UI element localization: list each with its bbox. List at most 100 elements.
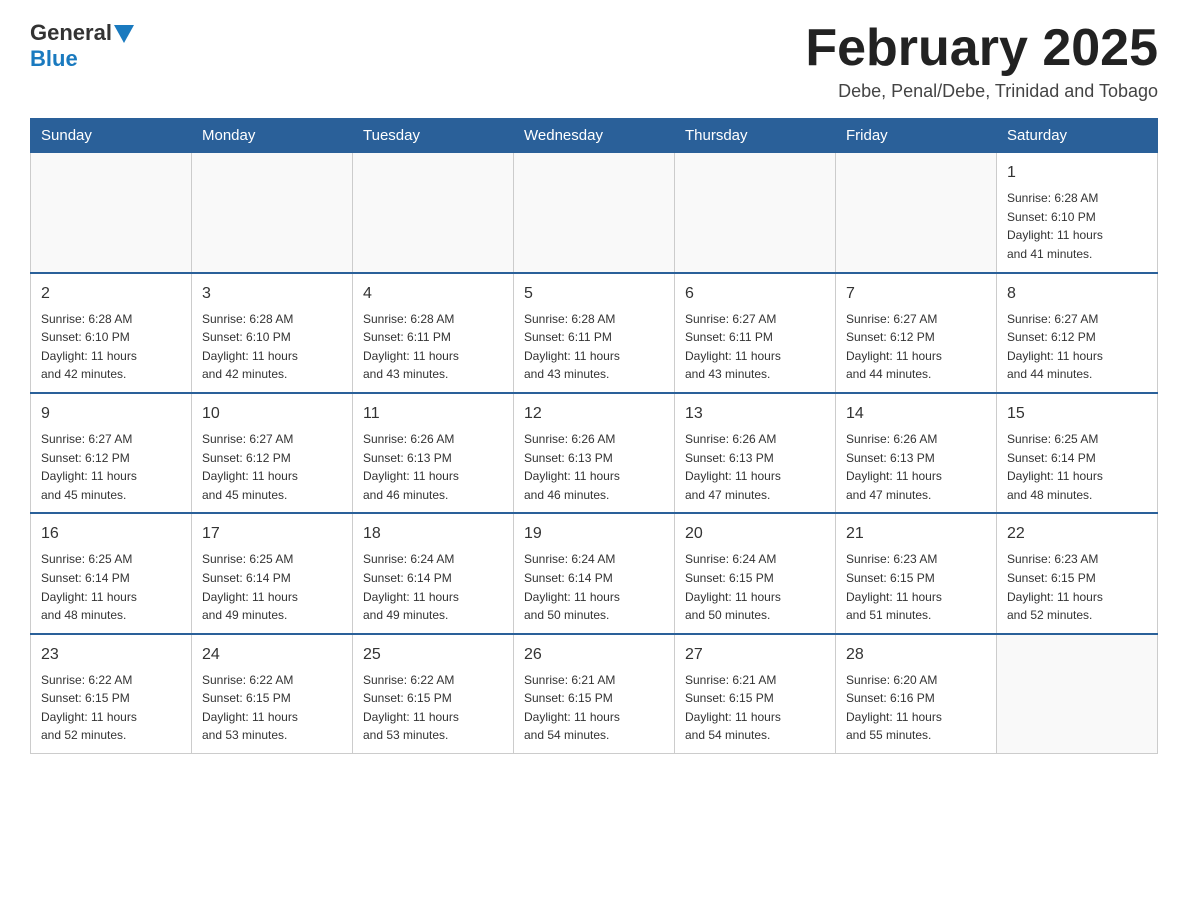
calendar-cell: 21 Sunrise: 6:23 AM Sunset: 6:15 PM Dayli… xyxy=(836,513,997,633)
day-number: 8 xyxy=(1007,282,1147,306)
calendar-cell: 24 Sunrise: 6:22 AM Sunset: 6:15 PM Dayli… xyxy=(192,634,353,754)
calendar-cell: 12 Sunrise: 6:26 AM Sunset: 6:13 PM Dayli… xyxy=(514,393,675,513)
day-info: Sunrise: 6:20 AM Sunset: 6:16 PM Dayligh… xyxy=(846,671,986,745)
day-info: Sunrise: 6:23 AM Sunset: 6:15 PM Dayligh… xyxy=(1007,550,1147,624)
calendar-cell xyxy=(353,153,514,273)
day-number: 13 xyxy=(685,402,825,426)
calendar-cell xyxy=(675,153,836,273)
calendar-cell: 5 Sunrise: 6:28 AM Sunset: 6:11 PM Daylig… xyxy=(514,273,675,393)
calendar-subtitle: Debe, Penal/Debe, Trinidad and Tobago xyxy=(805,81,1158,102)
day-number: 26 xyxy=(524,643,664,667)
calendar-cell: 18Sunrise: 6:24 AM Sunset: 6:14 PM Dayli… xyxy=(353,513,514,633)
day-info: Sunrise: 6:21 AM Sunset: 6:15 PM Dayligh… xyxy=(524,671,664,745)
page-header: General Blue February 2025 Debe, Penal/D… xyxy=(30,20,1158,102)
day-info: Sunrise: 6:26 AM Sunset: 6:13 PM Dayligh… xyxy=(846,430,986,504)
day-info: Sunrise: 6:27 AM Sunset: 6:12 PM Dayligh… xyxy=(846,310,986,384)
day-number: 3 xyxy=(202,282,342,306)
weekday-header-wednesday: Wednesday xyxy=(514,119,675,153)
calendar-cell: 11 Sunrise: 6:26 AM Sunset: 6:13 PM Dayli… xyxy=(353,393,514,513)
calendar-cell: 27 Sunrise: 6:21 AM Sunset: 6:15 PM Dayli… xyxy=(675,634,836,754)
calendar-cell: 14 Sunrise: 6:26 AM Sunset: 6:13 PM Dayli… xyxy=(836,393,997,513)
calendar-cell: 8 Sunrise: 6:27 AM Sunset: 6:12 PM Daylig… xyxy=(997,273,1158,393)
calendar-cell: 13 Sunrise: 6:26 AM Sunset: 6:13 PM Dayli… xyxy=(675,393,836,513)
calendar-cell: 16 Sunrise: 6:25 AM Sunset: 6:14 PM Dayli… xyxy=(31,513,192,633)
day-info: Sunrise: 6:28 AM Sunset: 6:10 PM Dayligh… xyxy=(202,310,342,384)
day-info: Sunrise: 6:24 AM Sunset: 6:15 PM Dayligh… xyxy=(685,550,825,624)
day-number: 24 xyxy=(202,643,342,667)
calendar-table: SundayMondayTuesdayWednesdayThursdayFrid… xyxy=(30,118,1158,754)
day-number: 14 xyxy=(846,402,986,426)
weekday-header-tuesday: Tuesday xyxy=(353,119,514,153)
day-number: 5 xyxy=(524,282,664,306)
calendar-cell: 19 Sunrise: 6:24 AM Sunset: 6:14 PM Dayli… xyxy=(514,513,675,633)
calendar-title: February 2025 xyxy=(805,20,1158,77)
logo-triangle-icon xyxy=(114,25,134,43)
day-info: Sunrise: 6:27 AM Sunset: 6:12 PM Dayligh… xyxy=(1007,310,1147,384)
day-info: Sunrise: 6:26 AM Sunset: 6:13 PM Dayligh… xyxy=(363,430,503,504)
day-number: 17 xyxy=(202,522,342,546)
calendar-cell: 26 Sunrise: 6:21 AM Sunset: 6:15 PM Dayli… xyxy=(514,634,675,754)
calendar-week-row: 16 Sunrise: 6:25 AM Sunset: 6:14 PM Dayli… xyxy=(31,513,1158,633)
calendar-cell: 6Sunrise: 6:27 AM Sunset: 6:11 PM Daylig… xyxy=(675,273,836,393)
day-number: 6 xyxy=(685,282,825,306)
day-number: 27 xyxy=(685,643,825,667)
calendar-cell xyxy=(192,153,353,273)
calendar-cell: 15 Sunrise: 6:25 AM Sunset: 6:14 PM Dayli… xyxy=(997,393,1158,513)
day-info: Sunrise: 6:26 AM Sunset: 6:13 PM Dayligh… xyxy=(524,430,664,504)
calendar-cell xyxy=(997,634,1158,754)
day-info: Sunrise: 6:25 AM Sunset: 6:14 PM Dayligh… xyxy=(41,550,181,624)
day-number: 9 xyxy=(41,402,181,426)
day-info: Sunrise: 6:23 AM Sunset: 6:15 PM Dayligh… xyxy=(846,550,986,624)
calendar-cell: 28 Sunrise: 6:20 AM Sunset: 6:16 PM Dayli… xyxy=(836,634,997,754)
calendar-cell: 25 Sunrise: 6:22 AM Sunset: 6:15 PM Dayli… xyxy=(353,634,514,754)
day-info: Sunrise: 6:28 AM Sunset: 6:11 PM Dayligh… xyxy=(363,310,503,384)
day-info: Sunrise: 6:25 AM Sunset: 6:14 PM Dayligh… xyxy=(202,550,342,624)
calendar-cell: 17 Sunrise: 6:25 AM Sunset: 6:14 PM Dayli… xyxy=(192,513,353,633)
day-number: 19 xyxy=(524,522,664,546)
day-info: Sunrise: 6:26 AM Sunset: 6:13 PM Dayligh… xyxy=(685,430,825,504)
calendar-cell: 1 Sunrise: 6:28 AM Sunset: 6:10 PM Daylig… xyxy=(997,153,1158,273)
day-number: 15 xyxy=(1007,402,1147,426)
calendar-cell: 4Sunrise: 6:28 AM Sunset: 6:11 PM Daylig… xyxy=(353,273,514,393)
calendar-week-row: 23 Sunrise: 6:22 AM Sunset: 6:15 PM Dayli… xyxy=(31,634,1158,754)
day-number: 28 xyxy=(846,643,986,667)
day-info: Sunrise: 6:22 AM Sunset: 6:15 PM Dayligh… xyxy=(202,671,342,745)
weekday-header-thursday: Thursday xyxy=(675,119,836,153)
day-info: Sunrise: 6:24 AM Sunset: 6:14 PM Dayligh… xyxy=(524,550,664,624)
day-info: Sunrise: 6:28 AM Sunset: 6:10 PM Dayligh… xyxy=(41,310,181,384)
day-info: Sunrise: 6:21 AM Sunset: 6:15 PM Dayligh… xyxy=(685,671,825,745)
day-number: 7 xyxy=(846,282,986,306)
weekday-header-monday: Monday xyxy=(192,119,353,153)
day-info: Sunrise: 6:22 AM Sunset: 6:15 PM Dayligh… xyxy=(363,671,503,745)
day-number: 1 xyxy=(1007,161,1147,185)
day-number: 16 xyxy=(41,522,181,546)
day-number: 11 xyxy=(363,402,503,426)
calendar-cell: 7 Sunrise: 6:27 AM Sunset: 6:12 PM Daylig… xyxy=(836,273,997,393)
day-number: 25 xyxy=(363,643,503,667)
logo-area: General Blue xyxy=(30,20,134,72)
logo: General xyxy=(30,20,134,46)
calendar-cell xyxy=(836,153,997,273)
calendar-week-row: 9 Sunrise: 6:27 AM Sunset: 6:12 PM Daylig… xyxy=(31,393,1158,513)
day-info: Sunrise: 6:28 AM Sunset: 6:10 PM Dayligh… xyxy=(1007,189,1147,263)
calendar-cell: 10Sunrise: 6:27 AM Sunset: 6:12 PM Dayli… xyxy=(192,393,353,513)
day-info: Sunrise: 6:24 AM Sunset: 6:14 PM Dayligh… xyxy=(363,550,503,624)
day-number: 21 xyxy=(846,522,986,546)
calendar-cell: 9Sunrise: 6:27 AM Sunset: 6:12 PM Daylig… xyxy=(31,393,192,513)
day-number: 20 xyxy=(685,522,825,546)
title-area: February 2025 Debe, Penal/Debe, Trinidad… xyxy=(805,20,1158,102)
calendar-cell: 23 Sunrise: 6:22 AM Sunset: 6:15 PM Dayli… xyxy=(31,634,192,754)
day-number: 12 xyxy=(524,402,664,426)
day-number: 22 xyxy=(1007,522,1147,546)
calendar-cell: 2Sunrise: 6:28 AM Sunset: 6:10 PM Daylig… xyxy=(31,273,192,393)
calendar-week-row: 2Sunrise: 6:28 AM Sunset: 6:10 PM Daylig… xyxy=(31,273,1158,393)
day-info: Sunrise: 6:22 AM Sunset: 6:15 PM Dayligh… xyxy=(41,671,181,745)
day-number: 23 xyxy=(41,643,181,667)
day-info: Sunrise: 6:28 AM Sunset: 6:11 PM Dayligh… xyxy=(524,310,664,384)
weekday-header-friday: Friday xyxy=(836,119,997,153)
weekday-header-sunday: Sunday xyxy=(31,119,192,153)
calendar-cell xyxy=(514,153,675,273)
weekday-header-saturday: Saturday xyxy=(997,119,1158,153)
day-info: Sunrise: 6:27 AM Sunset: 6:12 PM Dayligh… xyxy=(202,430,342,504)
day-info: Sunrise: 6:25 AM Sunset: 6:14 PM Dayligh… xyxy=(1007,430,1147,504)
